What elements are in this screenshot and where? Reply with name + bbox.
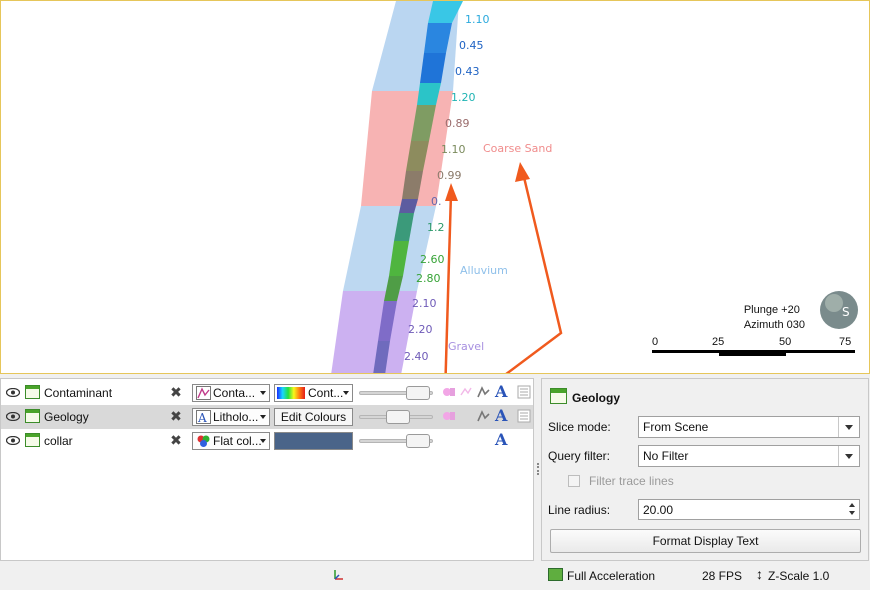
value-label: 0.45 [459, 39, 484, 52]
chevron-down-icon[interactable] [838, 446, 859, 466]
colour-select[interactable]: Cont... [274, 384, 353, 402]
svg-text:A: A [197, 411, 207, 424]
fps-readout: 28 FPS [702, 569, 743, 583]
layer-name: collar [44, 434, 73, 448]
layer-name: Contaminant [44, 386, 113, 400]
value-label: 0. [431, 195, 442, 208]
properties-icon[interactable] [517, 409, 531, 423]
scene-list-row-geology[interactable]: Geology ✖ A Litholo... Edit Colours A [1, 405, 533, 429]
slider-thumb[interactable] [386, 410, 410, 424]
colour-swatch[interactable] [274, 432, 353, 450]
value-label: 2.20 [408, 323, 433, 336]
scale-tick: 25 [712, 336, 725, 348]
remove-icon[interactable]: ✖ [169, 409, 183, 423]
value-label: 1.10 [465, 13, 490, 26]
properties-title: Geology [572, 391, 621, 405]
compass-readout: Plunge +20 Azimuth 030 [744, 303, 805, 333]
label-icon[interactable]: A [495, 384, 509, 400]
opacity-slider[interactable] [359, 434, 433, 448]
scale-tick: 50 [779, 336, 792, 348]
display-mode-value: Litholo... [213, 410, 259, 424]
value-label: 2.80 [416, 272, 441, 285]
table-icon [25, 385, 40, 399]
azimuth-label: Azimuth 030 [743, 319, 805, 331]
lithology-icon: A [196, 410, 211, 424]
3d-scene-viewport[interactable]: 1.10 0.45 0.43 1.20 0.89 1.10 0.99 0. 1.… [0, 0, 870, 374]
link-icon[interactable] [459, 385, 473, 399]
axes-icon[interactable] [332, 569, 344, 581]
value-label: 0.43 [455, 65, 480, 78]
value-label: 2.40 [404, 350, 429, 363]
properties-icon[interactable] [517, 385, 531, 399]
opacity-slider[interactable] [359, 410, 433, 424]
plunge-label: Plunge +20 [743, 304, 800, 316]
scale-tick: 0 [652, 336, 659, 348]
label-icon[interactable]: A [495, 432, 509, 448]
value-label: 2.10 [412, 297, 437, 310]
line-radius-value: 20.00 [643, 503, 674, 517]
scene-list-row-contaminant[interactable]: Contaminant ✖ Conta... Cont... A [1, 381, 533, 405]
unit-label-gravel: Gravel [448, 340, 484, 353]
eye-icon[interactable] [6, 388, 20, 397]
graph-icon [196, 386, 211, 400]
remove-icon[interactable]: ✖ [169, 385, 183, 399]
slice-mode-label: Slice mode: [548, 420, 611, 434]
table-icon [550, 388, 567, 404]
value-label: 0.99 [437, 169, 462, 182]
properties-panel: Geology Slice mode: From Scene Query fil… [541, 378, 869, 561]
unit-label-alluvium: Alluvium [460, 264, 508, 277]
display-mode-value: Flat col... [213, 434, 262, 448]
display-mode-select[interactable]: Flat col... [192, 432, 270, 450]
wave-icon[interactable] [477, 385, 491, 399]
zscale-icon[interactable]: ↕ [756, 566, 763, 582]
eye-icon[interactable] [6, 412, 20, 421]
table-icon [25, 433, 40, 447]
filter-trace-label: Filter trace lines [589, 474, 674, 488]
table-icon [25, 409, 40, 423]
query-filter-label: Query filter: [548, 449, 611, 463]
compass-letter: S [842, 305, 850, 319]
colour-value: Cont... [308, 386, 344, 400]
zscale-readout[interactable]: Z-Scale 1.0 [768, 569, 829, 583]
remove-icon[interactable]: ✖ [169, 433, 183, 447]
scene-list[interactable]: Contaminant ✖ Conta... Cont... A Geology… [0, 378, 534, 561]
filter-trace-checkbox[interactable] [568, 475, 580, 487]
line-radius-label: Line radius: [548, 503, 611, 517]
paint-icon[interactable] [442, 409, 456, 423]
label-icon[interactable]: A [495, 408, 509, 424]
slider-thumb[interactable] [406, 386, 430, 400]
layer-name: Geology [44, 410, 89, 424]
value-label: 1.20 [451, 91, 476, 104]
colourmap-swatch [277, 387, 305, 399]
display-mode-select[interactable]: A Litholo... [192, 408, 270, 426]
display-mode-value: Conta... [213, 386, 256, 400]
status-bar: Full Acceleration 28 FPS ↕ Z-Scale 1.0 [0, 563, 870, 590]
chevron-down-icon[interactable] [838, 417, 859, 437]
acceleration-status: Full Acceleration [567, 569, 656, 583]
value-label: 0.89 [445, 117, 470, 130]
value-label: 2.60 [420, 253, 445, 266]
display-mode-select[interactable]: Conta... [192, 384, 270, 402]
edit-colours-button[interactable]: Edit Colours [274, 408, 353, 426]
value-label: 1.2 [427, 221, 445, 234]
line-radius-spinbox[interactable]: 20.00 [638, 499, 860, 520]
scale-tick: 75 [839, 336, 852, 348]
format-display-text-button[interactable]: Format Display Text [550, 529, 861, 553]
unit-label-coarse-sand: Coarse Sand [483, 142, 552, 155]
query-filter-select[interactable]: No Filter [638, 445, 860, 467]
eye-icon[interactable] [6, 436, 20, 445]
slice-mode-select[interactable]: From Scene [638, 416, 860, 438]
value-label: 1.10 [441, 143, 466, 156]
slice-mode-value: From Scene [643, 420, 709, 434]
drillhole-render: 1.10 0.45 0.43 1.20 0.89 1.10 0.99 0. 1.… [331, 1, 858, 373]
query-filter-value: No Filter [643, 449, 689, 463]
slider-thumb[interactable] [406, 434, 430, 448]
wave-icon[interactable] [477, 409, 491, 423]
acceleration-icon [548, 568, 563, 581]
opacity-slider[interactable] [359, 386, 433, 400]
flat-colour-icon [197, 435, 210, 447]
paint-icon[interactable] [442, 385, 456, 399]
spin-down-icon[interactable] [848, 509, 858, 518]
scene-list-row-collar[interactable]: collar ✖ Flat col... A [1, 429, 533, 453]
